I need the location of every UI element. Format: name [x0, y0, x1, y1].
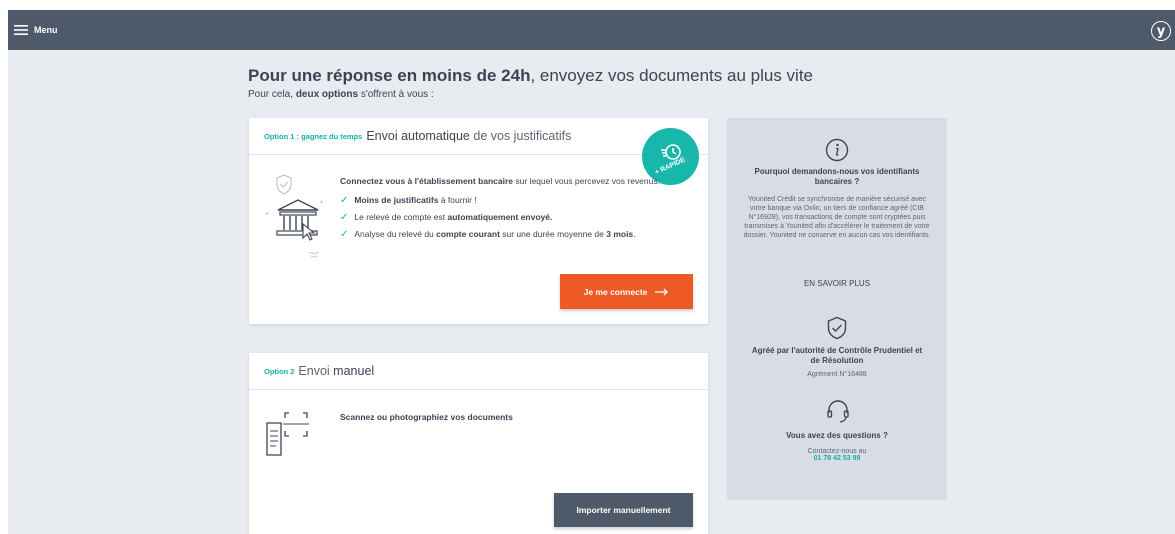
benefit-3-post: .: [633, 229, 636, 239]
benefit-2: Le relevé de compte est automatiquement …: [354, 212, 552, 223]
benefit-3-bold2: 3 mois: [606, 229, 634, 239]
benefit-item: ✓ Analyse du relevé du compte courant sur…: [340, 229, 690, 240]
option1-intro: Connectez vous à l'établissement bancair…: [340, 176, 690, 187]
younited-logo[interactable]: y: [1151, 21, 1171, 41]
why-text: Younited Crédit se synchronise de manièr…: [743, 196, 931, 239]
option2-title-bold: manuel: [333, 364, 375, 378]
app-frame: Menu y Pour une réponse en moins de 24h,…: [8, 10, 1175, 534]
option1-title-rest: de vos justificatifs: [469, 129, 572, 143]
why-title: Pourquoi demandons-nous vos identifiants…: [754, 167, 920, 186]
import-button-label: Importer manuellement: [576, 505, 671, 515]
shield-check-icon: [827, 316, 847, 340]
check-icon: ✓: [340, 212, 349, 223]
scan-instruction: Scannez ou photographiez vos documents: [340, 412, 513, 422]
headset-icon: [827, 400, 849, 423]
hamburger-icon: [14, 25, 28, 35]
menu-label: Menu: [34, 25, 58, 35]
option2-header: Option 2 Envoi manuel: [249, 353, 708, 390]
info-sidebar: Pourquoi demandons-nous vos identifiants…: [727, 118, 947, 500]
benefit-3-mid: sur une durée moyenne de: [499, 229, 607, 239]
benefit-1-bold: Moins de justificatifs: [354, 195, 439, 205]
benefit-list: ✓ Moins de justificatifs à fournir ! ✓ Le …: [340, 195, 690, 240]
option2-card: Option 2 Envoi manuel Scannez ou photogr…: [249, 353, 708, 534]
option1-title: Envoi automatique de vos justificatifs: [366, 129, 571, 143]
info-icon: [825, 138, 849, 162]
document-scan-icon: [266, 412, 309, 456]
check-icon: ✓: [340, 229, 349, 240]
option1-card: Option 1 : gagnez du temps Envoi automat…: [249, 118, 708, 324]
approved-number: Agrément N°16488: [807, 371, 867, 378]
import-manually-button[interactable]: Importer manuellement: [554, 493, 693, 527]
page-subtitle: Pour cela, deux options s'offrent à vous…: [248, 89, 434, 100]
top-bar: Menu y: [8, 10, 1175, 50]
arrow-right-icon: [655, 288, 669, 295]
page-title-bold: Pour une réponse en moins de 24h: [248, 66, 531, 85]
intro-bold: Connectez vous à l'établissement bancair…: [340, 176, 514, 186]
benefit-item: ✓ Moins de justificatifs à fournir !: [340, 195, 690, 206]
option2-title: Envoi manuel: [298, 364, 374, 378]
benefit-1-rest: à fournir !: [438, 195, 477, 205]
page-title: Pour une réponse en moins de 24h, envoye…: [248, 66, 813, 86]
benefit-2-bold: automatiquement envoyé.: [447, 212, 553, 222]
option1-header: Option 1 : gagnez du temps Envoi automat…: [249, 118, 708, 155]
benefit-1: Moins de justificatifs à fournir !: [354, 195, 476, 206]
option2-label: Option 2: [264, 366, 295, 376]
benefit-item: ✓ Le relevé de compte est automatiquement…: [340, 212, 690, 223]
option1-label: Option 1 : gagnez du temps: [264, 131, 363, 141]
benefit-3-bold: compte courant: [436, 229, 500, 239]
bank-icon: [265, 174, 323, 258]
check-icon: ✓: [340, 195, 349, 206]
subtitle-bold: deux options: [295, 89, 359, 100]
approved-title: Agréé par l'autorité de Contrôle Prudent…: [751, 346, 923, 365]
benefit-2-pre: Le relevé de compte est: [354, 212, 448, 222]
menu-button[interactable]: Menu: [14, 25, 58, 35]
option1-body: Connectez vous à l'établissement bancair…: [340, 176, 690, 246]
benefit-3: Analyse du relevé du compte courant sur …: [354, 229, 635, 240]
page-title-rest: , envoyez vos documents au plus vite: [530, 66, 813, 85]
phone-number[interactable]: 01 78 42 53 99: [727, 455, 947, 462]
benefit-3-pre: Analyse du relevé du: [354, 229, 437, 239]
logo-letter: y: [1156, 23, 1166, 39]
option1-title-bold: Envoi automatique: [366, 129, 470, 143]
connect-button[interactable]: Je me connecte: [560, 274, 693, 309]
intro-rest: sur lequel vous percevez vos revenus.: [513, 176, 660, 186]
connect-button-label: Je me connecte: [583, 286, 648, 297]
option2-title-thin: Envoi: [298, 364, 334, 378]
subtitle-post: s'offrent à vous :: [358, 89, 434, 100]
subtitle-pre: Pour cela,: [248, 89, 296, 100]
learn-more-link[interactable]: EN SAVOIR PLUS: [727, 279, 947, 288]
questions-title: Vous avez des questions ?: [786, 431, 888, 440]
